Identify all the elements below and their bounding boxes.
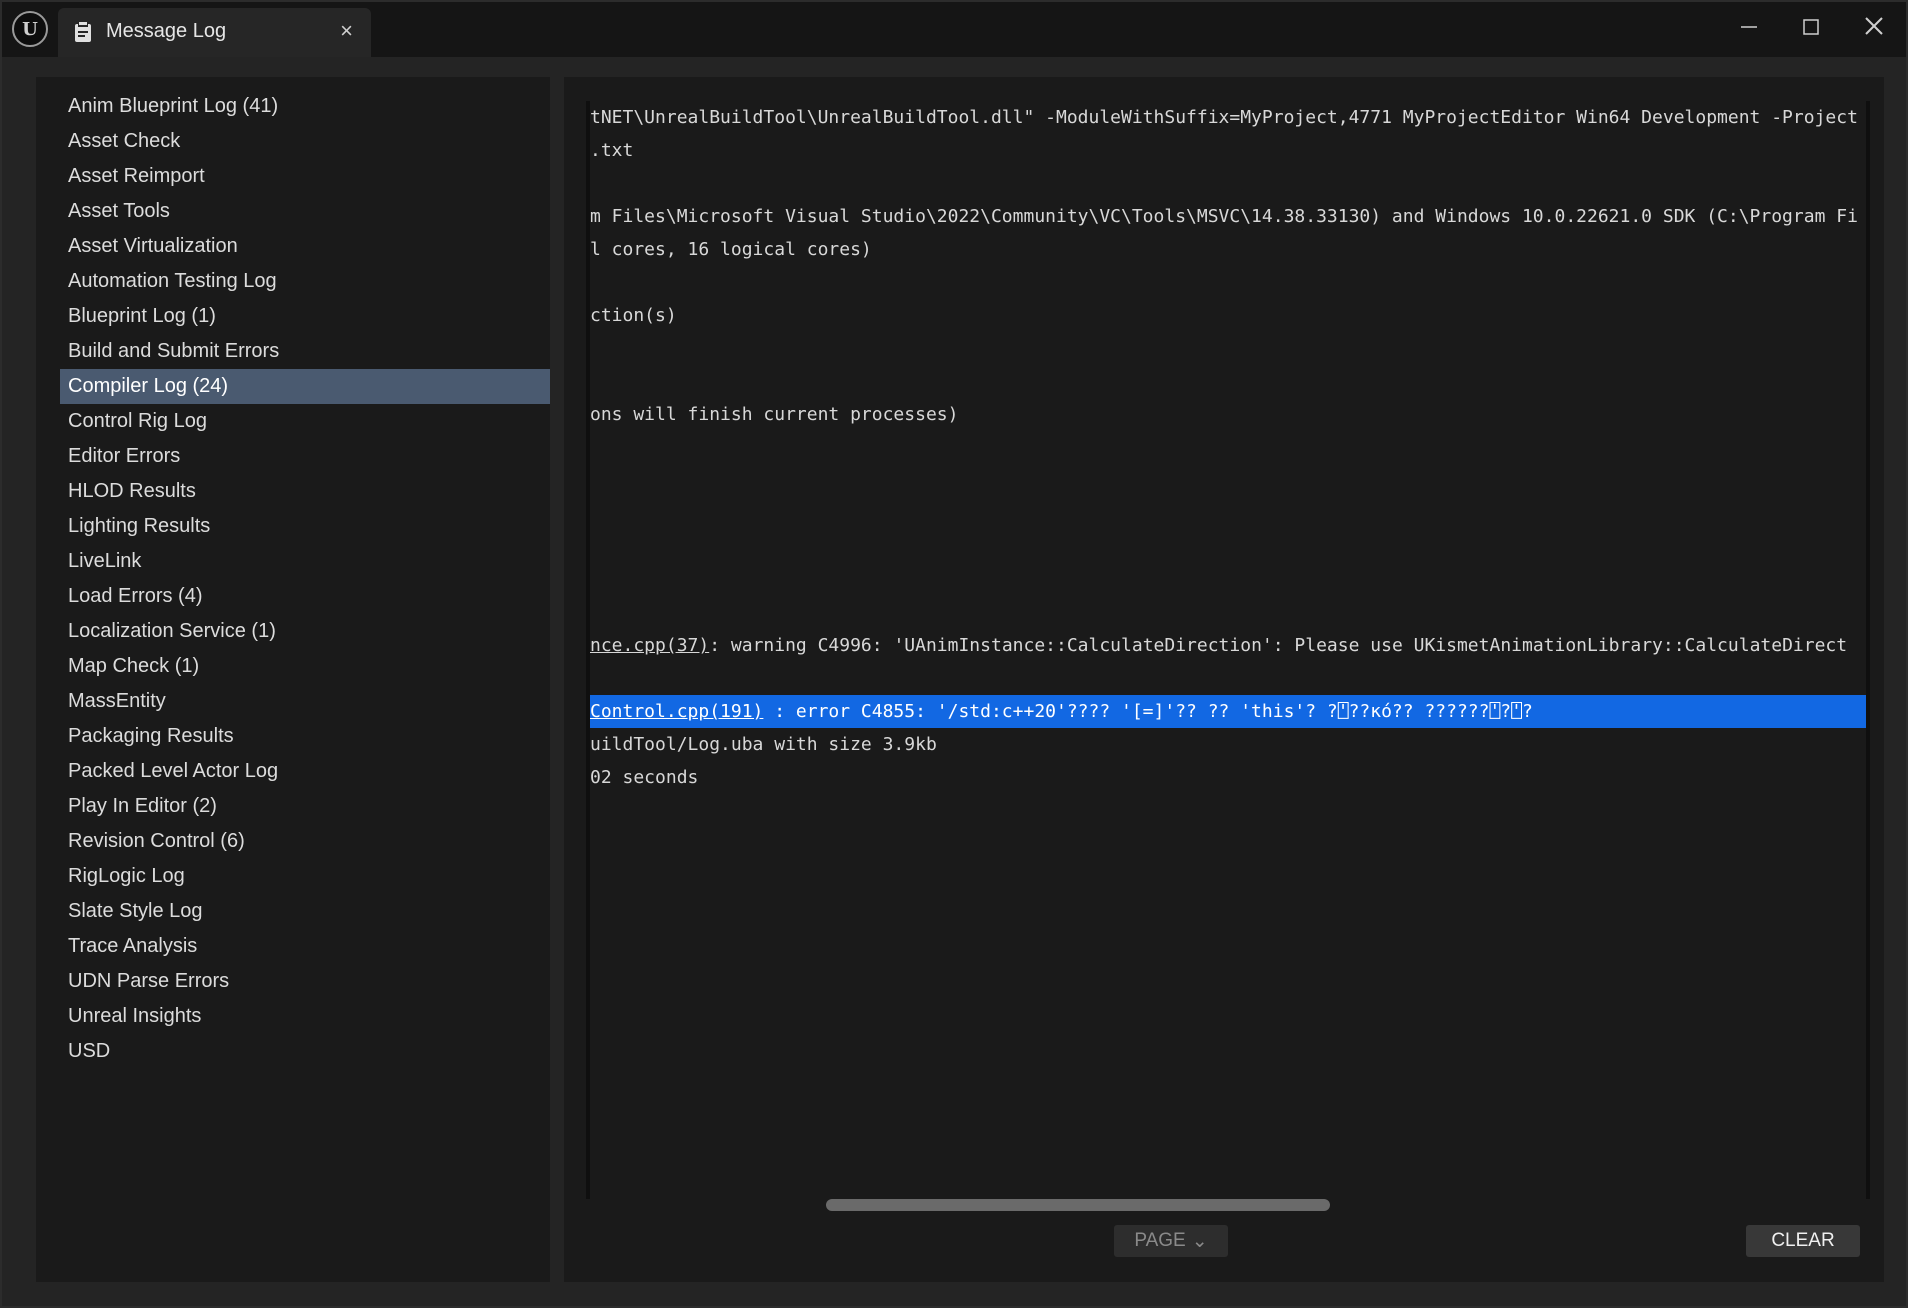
source-file-link[interactable]: Control.cpp(191) — [590, 701, 763, 722]
log-line[interactable] — [590, 332, 1866, 365]
category-item[interactable]: Localization Service (1) — [60, 614, 550, 649]
log-line[interactable] — [590, 167, 1866, 200]
category-item[interactable]: LiveLink — [60, 544, 550, 579]
category-item[interactable]: Asset Check — [60, 124, 550, 159]
log-message: m Files\Microsoft Visual Studio\2022\Com… — [590, 206, 1858, 227]
log-message: : error C4855: '/std:c++20'???? '[=]'?? … — [763, 701, 1533, 722]
page-dropdown-button[interactable]: PAGE ⌄ — [1114, 1225, 1228, 1257]
category-item[interactable]: Packed Level Actor Log — [60, 754, 550, 789]
log-category-sidebar: Anim Blueprint Log (41) Asset Check Asset … — [36, 77, 550, 1282]
log-message: 02 seconds — [590, 767, 699, 788]
log-line[interactable] — [590, 464, 1866, 497]
maximize-button[interactable] — [1793, 12, 1829, 42]
log-line[interactable] — [590, 596, 1866, 629]
log-line[interactable]: uildTool/Log.uba with size 3.9kb — [590, 728, 1866, 761]
category-item[interactable]: Packaging Results — [60, 719, 550, 754]
maximize-icon — [1803, 19, 1819, 35]
log-message: : warning C4996: 'UAnimInstance::Calcula… — [709, 635, 1848, 656]
category-item[interactable]: Asset Reimport — [60, 159, 550, 194]
log-message: ction(s) — [590, 305, 677, 326]
category-item[interactable]: MassEntity — [60, 684, 550, 719]
log-line[interactable]: ons will finish current processes) — [590, 398, 1866, 431]
category-item[interactable]: Anim Blueprint Log (41) — [60, 89, 550, 124]
log-line[interactable] — [590, 497, 1866, 530]
category-item[interactable]: Slate Style Log — [60, 894, 550, 929]
message-log-window: U Message Log × Anim Blueprint Log (41) A… — [0, 0, 1908, 1308]
log-line[interactable]: Control.cpp(191) : error C4855: '/std:c+… — [590, 695, 1866, 728]
horizontal-scrollbar[interactable] — [826, 1199, 1330, 1211]
log-panel: tNET\UnrealBuildTool\UnrealBuildTool.dll… — [564, 77, 1884, 1282]
category-item[interactable]: Asset Virtualization — [60, 229, 550, 264]
category-item[interactable]: Unreal Insights — [60, 999, 550, 1034]
close-window-button[interactable] — [1856, 12, 1892, 42]
close-icon — [1865, 17, 1883, 35]
page-label: PAGE — [1134, 1230, 1186, 1251]
category-item[interactable]: Load Errors (4) — [60, 579, 550, 614]
category-item[interactable]: RigLogic Log — [60, 859, 550, 894]
title-bar: U Message Log × — [2, 2, 1906, 57]
log-line[interactable] — [590, 266, 1866, 299]
category-item[interactable]: Build and Submit Errors — [60, 334, 550, 369]
category-item[interactable]: HLOD Results — [60, 474, 550, 509]
tab-title: Message Log — [106, 20, 227, 42]
minimize-button[interactable] — [1731, 12, 1767, 42]
category-item[interactable]: Automation Testing Log — [60, 264, 550, 299]
log-message: tNET\UnrealBuildTool\UnrealBuildTool.dll… — [590, 107, 1858, 128]
category-item[interactable]: Revision Control (6) — [60, 824, 550, 859]
category-item[interactable]: Control Rig Log — [60, 404, 550, 439]
category-item[interactable]: Lighting Results — [60, 509, 550, 544]
category-item[interactable]: Map Check (1) — [60, 649, 550, 684]
log-line[interactable] — [590, 431, 1866, 464]
log-line[interactable]: 02 seconds — [590, 761, 1866, 794]
log-line[interactable]: .txt — [590, 134, 1866, 167]
chevron-down-icon: ⌄ — [1191, 1230, 1208, 1252]
minimize-icon — [1741, 26, 1757, 28]
unreal-logo-icon[interactable]: U — [12, 11, 48, 47]
log-line[interactable]: ction(s) — [590, 299, 1866, 332]
log-line[interactable] — [590, 563, 1866, 596]
category-list: Anim Blueprint Log (41) Asset Check Asset … — [60, 89, 550, 1069]
tab-close-icon[interactable]: × — [340, 18, 353, 44]
log-line[interactable]: nce.cpp(37): warning C4996: 'UAnimInstan… — [590, 629, 1866, 662]
category-item[interactable]: USD — [60, 1034, 550, 1069]
category-item[interactable]: Trace Analysis — [60, 929, 550, 964]
category-item[interactable]: Asset Tools — [60, 194, 550, 229]
log-message: uildTool/Log.uba with size 3.9kb — [590, 734, 937, 755]
content-area: Anim Blueprint Log (41) Asset Check Asset … — [2, 57, 1906, 1306]
clear-button[interactable]: CLEAR — [1746, 1225, 1860, 1257]
log-message: l cores, 16 logical cores) — [590, 239, 872, 260]
log-output[interactable]: tNET\UnrealBuildTool\UnrealBuildTool.dll… — [586, 101, 1870, 1199]
category-item[interactable]: Play In Editor (2) — [60, 789, 550, 824]
log-line[interactable]: l cores, 16 logical cores) — [590, 233, 1866, 266]
tab-message-log[interactable]: Message Log × — [58, 8, 371, 57]
source-file-link[interactable]: nce.cpp(37) — [590, 635, 709, 656]
log-line[interactable]: m Files\Microsoft Visual Studio\2022\Com… — [590, 200, 1866, 233]
category-item[interactable]: Blueprint Log (1) — [60, 299, 550, 334]
log-line[interactable] — [590, 530, 1866, 563]
category-item[interactable]: Editor Errors — [60, 439, 550, 474]
log-line[interactable] — [590, 365, 1866, 398]
log-message: .txt — [590, 140, 634, 161]
log-message: ons will finish current processes) — [590, 404, 959, 425]
log-line[interactable]: tNET\UnrealBuildTool\UnrealBuildTool.dll… — [590, 101, 1866, 134]
category-item[interactable]: Compiler Log (24) — [60, 369, 550, 404]
message-log-icon — [75, 22, 91, 42]
log-line[interactable] — [590, 662, 1866, 695]
category-item[interactable]: UDN Parse Errors — [60, 964, 550, 999]
